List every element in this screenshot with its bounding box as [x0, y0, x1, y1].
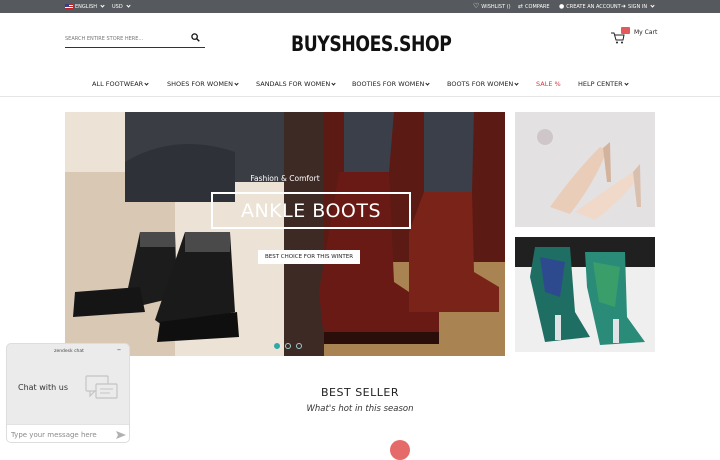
- search-bar: [65, 30, 205, 48]
- banner-pink-heels[interactable]: [515, 112, 655, 227]
- hero-title: ANKLE BOOTS: [240, 199, 382, 222]
- sign-in-label: SIGN IN: [628, 3, 648, 10]
- nav-item-label: HELP CENTER: [578, 80, 623, 88]
- chat-bubbles-icon: [85, 375, 118, 399]
- compare-label: COMPARE: [525, 3, 550, 10]
- nav-item-label: BOOTS FOR WOMEN: [447, 80, 514, 88]
- sale-badge: [390, 440, 410, 460]
- heart-icon: ♡: [473, 2, 480, 10]
- chat-input-row: [7, 424, 129, 442]
- compare-link[interactable]: ⇄ COMPARE: [518, 0, 550, 13]
- main-navigation: ALL FOOTWEAR SHOES FOR WOMEN SANDALS FOR…: [0, 76, 720, 92]
- nav-item-shoes-for-women[interactable]: SHOES FOR WOMEN: [167, 76, 239, 92]
- language-selector[interactable]: ENGLISH: [65, 0, 105, 13]
- pink-heels-illustration: [515, 112, 655, 227]
- hero-title-frame: ANKLE BOOTS: [211, 192, 411, 229]
- chat-header: zendesk chat: [7, 344, 129, 358]
- hero-image-burgundy-boots: [284, 112, 505, 356]
- site-logo[interactable]: BUYSHOES.SHOP: [287, 27, 452, 60]
- burgundy-ankle-boots-illustration: [284, 112, 505, 356]
- user-icon: ●: [559, 2, 565, 10]
- chevron-down-icon: [624, 80, 629, 86]
- nav-item-label: BOOTIES FOR WOMEN: [352, 80, 425, 88]
- black-ankle-boots-illustration: [65, 112, 285, 356]
- nav-item-label: SHOES FOR WOMEN: [167, 80, 233, 88]
- chevron-down-icon: [234, 80, 239, 86]
- cart-link[interactable]: My Cart: [611, 27, 661, 47]
- sign-in-link[interactable]: ➜ SIGN IN: [621, 0, 655, 13]
- chevron-down-icon: [331, 80, 336, 86]
- chat-message-input[interactable]: [11, 429, 111, 441]
- nav-item-all-footwear[interactable]: ALL FOOTWEAR: [92, 76, 149, 92]
- slider-dot[interactable]: [274, 343, 280, 349]
- sign-in-icon: ➜: [621, 2, 627, 10]
- chevron-down-icon: [650, 3, 655, 8]
- compare-icon: ⇄: [518, 2, 524, 10]
- hero-subtitle: Fashion & Comfort: [250, 174, 320, 183]
- sequin-boots-illustration: [515, 237, 655, 352]
- chevron-down-icon: [126, 3, 131, 8]
- slider-dot[interactable]: [285, 343, 291, 349]
- chevron-down-icon: [144, 80, 149, 86]
- cart-label: My Cart: [634, 29, 658, 36]
- nav-divider: [0, 96, 720, 97]
- slider-pagination: [274, 343, 302, 349]
- wishlist-link[interactable]: ♡ WISHLIST (): [473, 0, 511, 13]
- currency-label: USD: [112, 3, 123, 10]
- language-label: ENGLISH: [75, 3, 97, 10]
- logo-text: BUYSHOES.SHOP: [291, 31, 452, 56]
- chat-label: Chat with us: [18, 383, 68, 392]
- nav-item-booties-for-women[interactable]: BOOTIES FOR WOMEN: [352, 76, 430, 92]
- chat-widget[interactable]: zendesk chat – Chat with us: [6, 343, 130, 443]
- us-flag-icon: [65, 4, 73, 9]
- nav-item-sale[interactable]: SALE %: [536, 76, 561, 92]
- nav-item-label: SANDALS FOR WOMEN: [256, 80, 331, 88]
- nav-item-help-center[interactable]: HELP CENTER: [578, 76, 629, 92]
- currency-selector[interactable]: USD: [112, 0, 131, 13]
- nav-item-sandals-for-women[interactable]: SANDALS FOR WOMEN: [256, 76, 336, 92]
- nav-item-label: SALE %: [536, 80, 561, 88]
- nav-item-boots-for-women[interactable]: BOOTS FOR WOMEN: [447, 76, 519, 92]
- send-icon[interactable]: [116, 430, 126, 440]
- top-bar: ENGLISH USD ♡ WISHLIST () ⇄ COMPARE ● CR…: [0, 0, 720, 13]
- create-account-label: CREATE AN ACCOUNT: [566, 3, 621, 10]
- chevron-down-icon: [100, 3, 105, 8]
- wishlist-label: WISHLIST (): [481, 3, 511, 10]
- chat-header-label: zendesk chat: [54, 348, 84, 354]
- hero-slider[interactable]: Fashion & Comfort ANKLE BOOTS BEST CHOIC…: [65, 112, 505, 356]
- slider-dot[interactable]: [296, 343, 302, 349]
- chevron-down-icon: [425, 80, 430, 86]
- search-input[interactable]: [65, 33, 183, 45]
- chevron-down-icon: [514, 80, 519, 86]
- minimize-icon[interactable]: –: [116, 346, 122, 354]
- search-icon[interactable]: [191, 33, 200, 42]
- banner-sequin-boots[interactable]: [515, 237, 655, 352]
- nav-item-label: ALL FOOTWEAR: [92, 80, 144, 88]
- cart-count-badge: [621, 27, 630, 34]
- create-account-link[interactable]: ● CREATE AN ACCOUNT: [559, 0, 621, 13]
- hero-cta-button[interactable]: BEST CHOICE FOR THIS WINTER: [258, 250, 360, 264]
- hero-image-black-boots: [65, 112, 285, 356]
